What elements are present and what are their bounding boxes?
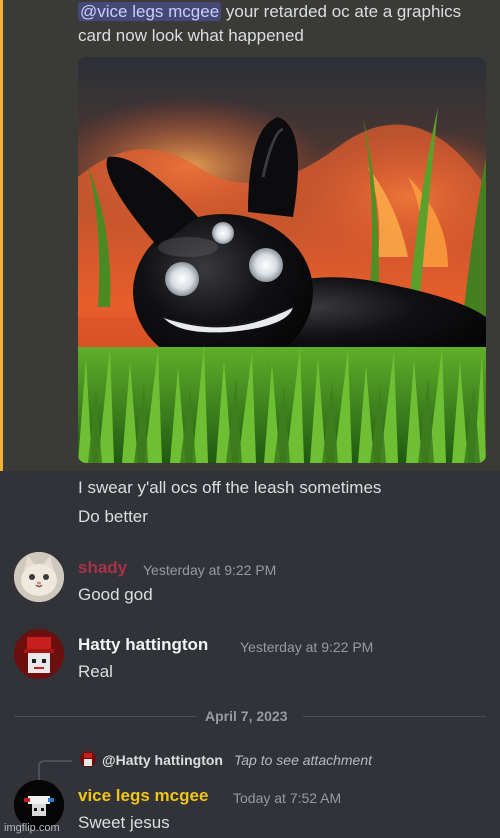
username-shady-label[interactable]: shady bbox=[78, 558, 127, 577]
hat-character-avatar-icon bbox=[14, 629, 64, 679]
mention-highlight-bar bbox=[0, 0, 3, 471]
message-text-line: @vice legs mcgee your retarded oc ate a … bbox=[78, 0, 461, 23]
timestamp-shady: Yesterday at 9:22 PM bbox=[143, 562, 277, 578]
message-text-hatty: Real bbox=[78, 662, 113, 681]
avatar-hatty[interactable] bbox=[14, 629, 64, 679]
avatar-shady[interactable] bbox=[14, 552, 64, 602]
username-vice-label[interactable]: vice legs mcgee bbox=[78, 786, 208, 805]
image-attachment[interactable] bbox=[78, 57, 486, 463]
message-text-followup-2: Do better bbox=[78, 507, 148, 526]
cat-avatar-icon bbox=[14, 552, 64, 602]
message-text-vice: Sweet jesus bbox=[78, 813, 170, 832]
message-text-shady: Good god bbox=[78, 585, 153, 604]
slug-creature-image bbox=[78, 57, 486, 463]
username-hatty-label[interactable]: Hatty hattington bbox=[78, 635, 208, 654]
username-vice[interactable]: vice legs mcgee bbox=[78, 786, 208, 806]
reply-username[interactable]: @Hatty hattington bbox=[102, 752, 223, 768]
username-hatty[interactable]: Hatty hattington bbox=[78, 635, 208, 655]
third-eye bbox=[212, 222, 234, 244]
message-text-line-2: card now look what happened bbox=[78, 26, 304, 45]
reply-connector bbox=[38, 760, 72, 782]
right-eye bbox=[249, 248, 283, 282]
hat-character-avatar-icon bbox=[80, 751, 96, 767]
timestamp-vice: Today at 7:52 AM bbox=[233, 790, 342, 806]
date-divider-label: April 7, 2023 bbox=[205, 708, 288, 724]
reply-preview-text[interactable]: Tap to see attachment bbox=[234, 752, 372, 768]
timestamp-hatty: Yesterday at 9:22 PM bbox=[240, 639, 374, 655]
reply-avatar[interactable] bbox=[80, 751, 96, 767]
imgflip-watermark: imgflip.com bbox=[4, 822, 60, 834]
message-text: your retarded oc ate a graphics bbox=[221, 2, 462, 21]
left-eye bbox=[165, 262, 199, 296]
message-text-followup-1: I swear y'all ocs off the leash sometime… bbox=[78, 478, 382, 497]
user-mention[interactable]: @vice legs mcgee bbox=[78, 2, 222, 21]
date-divider-line-left bbox=[14, 716, 196, 717]
date-divider-line-right bbox=[303, 716, 486, 717]
username-shady[interactable]: shady bbox=[78, 558, 127, 578]
